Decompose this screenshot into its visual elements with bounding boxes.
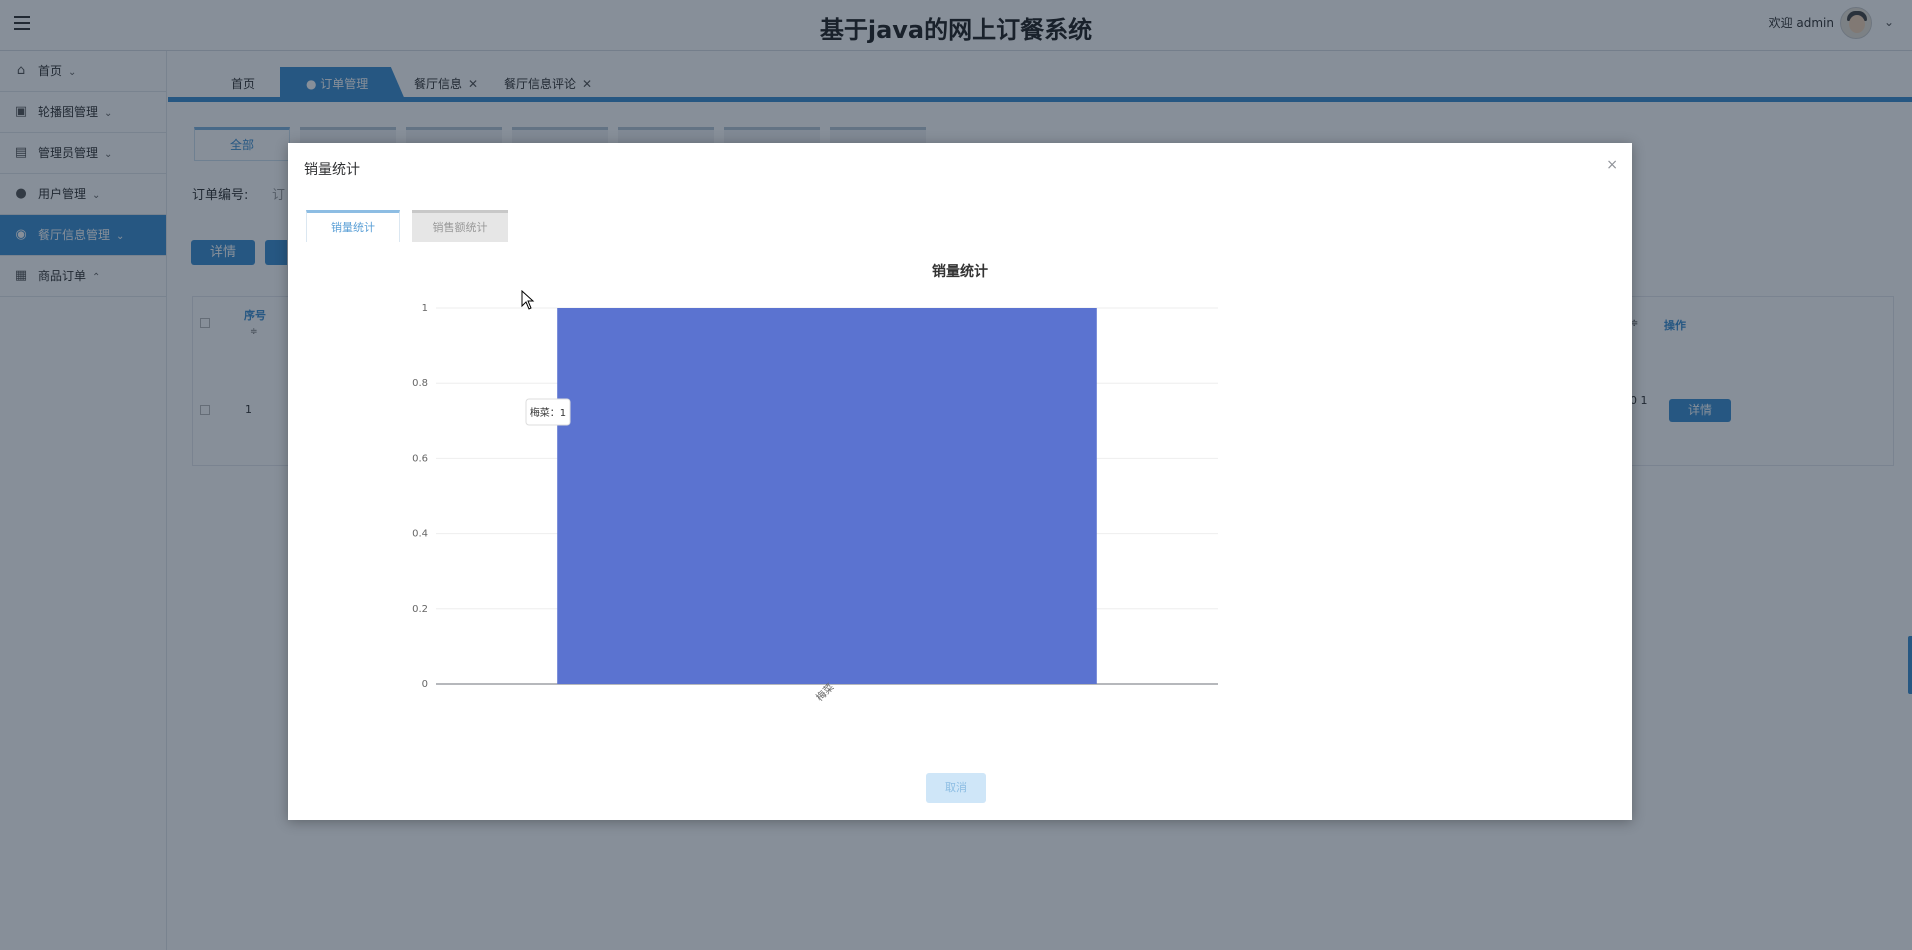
- sales-stats-dialog: 销量统计 × 销量统计 销售额统计 销量统计 0 0.2 0.4 0.6 0.8 1 梅菜梅…: [288, 143, 1632, 820]
- y-tick-label: 0.2: [412, 604, 428, 615]
- y-tick-label: 0.8: [412, 378, 428, 389]
- mouse-cursor-icon: [521, 290, 535, 310]
- y-tick-label: 0.6: [412, 453, 428, 464]
- bar-chart: 00.20.40.60.81梅菜梅菜：1: [412, 303, 1218, 704]
- y-tick-label: 0: [422, 679, 428, 690]
- cancel-button[interactable]: 取消: [926, 773, 986, 803]
- y-tick-label: 0.4: [412, 529, 428, 540]
- bar: [557, 308, 1097, 684]
- y-tick-label: 1: [422, 303, 428, 314]
- chart-tooltip-text: 梅菜：1: [530, 406, 566, 419]
